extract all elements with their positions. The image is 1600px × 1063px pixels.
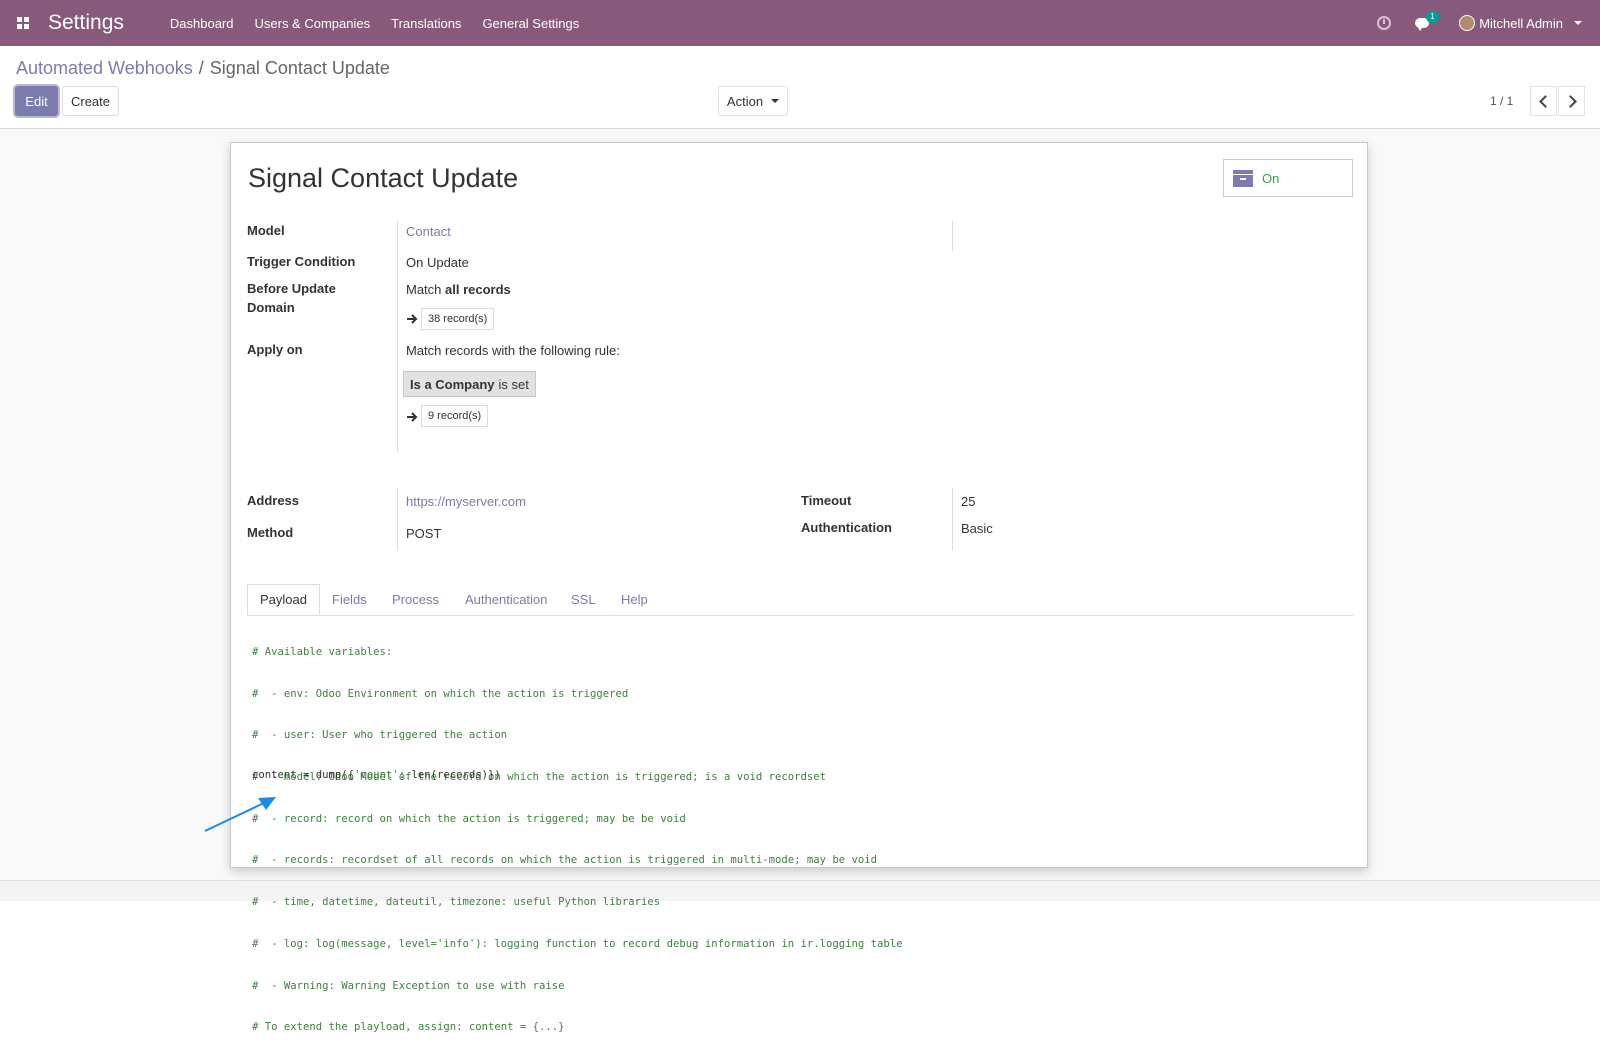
code-comment-line: # To extend the playload, assign: conten… (252, 1021, 565, 1034)
code-comment-line: # Available variables: (252, 645, 393, 658)
form-sheet: Signal Contact Update On Model Contact T… (230, 142, 1368, 1033)
before-domain-label-line2: Domain (247, 300, 295, 315)
code-content-line[interactable]: content = dump({'count': len(records)}) (252, 769, 501, 781)
message-count-badge: 1 (1426, 11, 1439, 23)
chevron-right-icon (1563, 94, 1577, 108)
tab-authentication[interactable]: Authentication (465, 584, 547, 615)
code-comment-line: # - record: record on which the action i… (252, 812, 686, 825)
edit-button[interactable]: Edit (15, 86, 58, 116)
code-line-string: 'count' (354, 769, 399, 781)
timeout-label: Timeout (801, 493, 852, 508)
pager-value[interactable]: 1 / 1 (1490, 94, 1513, 108)
model-label: Model (247, 223, 285, 238)
chevron-left-icon (1538, 94, 1552, 108)
tab-help[interactable]: Help (621, 584, 648, 615)
model-value[interactable]: Contact (406, 224, 451, 239)
before-domain-value: Match all records (406, 282, 511, 297)
timeout-value: 25 (961, 494, 976, 509)
code-comment-line: # - env: Odoo Environment on which the a… (252, 687, 629, 700)
tab-payload[interactable]: Payload (247, 584, 320, 615)
rule-field: Is a Company (410, 376, 495, 392)
menu-translations[interactable]: Translations (391, 16, 461, 31)
address-label: Address (247, 493, 300, 508)
code-comment-line: # - time, datetime, dateutil, timezone: … (252, 896, 661, 909)
control-panel: Automated Webhooks / Signal Contact Update… (0, 46, 1600, 129)
authentication-value: Basic (961, 521, 993, 536)
record-title: Signal Contact Update (248, 163, 519, 193)
tab-process[interactable]: Process (392, 584, 439, 615)
timeout-divider (952, 488, 953, 550)
tab-ssl[interactable]: SSL (571, 584, 596, 615)
active-toggle-label: On (1262, 170, 1280, 186)
before-update-domain-label: Before Update Domain (247, 279, 336, 317)
authentication-label: Authentication (801, 520, 892, 535)
breadcrumb-current: Signal Contact Update (209, 58, 390, 78)
user-name[interactable]: Mitchell Admin (1479, 16, 1563, 31)
chevron-down-icon (771, 99, 780, 103)
breadcrumb-separator: / (198, 58, 204, 78)
app-title[interactable]: Settings (48, 11, 124, 35)
menu-general-settings[interactable]: General Settings (482, 16, 579, 31)
trigger-condition-value: On Update (406, 255, 469, 270)
user-avatar[interactable] (1459, 15, 1476, 31)
active-toggle-button[interactable]: On (1223, 159, 1353, 197)
apply-records-button[interactable]: 9 record(s) (421, 405, 489, 427)
arrow-right-icon (407, 412, 418, 422)
pager-previous-button[interactable] (1530, 86, 1557, 116)
breadcrumb: Automated Webhooks / Signal Contact Update (16, 58, 390, 79)
label-divider (397, 221, 398, 452)
messaging-icon[interactable]: 1 (1415, 11, 1439, 31)
apply-on-text: Match records with the following rule: (406, 343, 620, 358)
method-label: Method (247, 525, 294, 540)
domain-rule-tag[interactable]: Is a Company is set (403, 371, 536, 397)
tab-fields[interactable]: Fields (332, 584, 367, 615)
code-comment-line: # - log: log(message, level='info'): log… (252, 937, 903, 950)
action-label: Action (726, 93, 764, 109)
user-menu-caret-icon[interactable] (1574, 21, 1582, 25)
method-value: POST (406, 526, 442, 541)
code-comment-line: # - records: recordset of all records on… (252, 854, 878, 867)
archive-box-icon (1233, 169, 1253, 187)
address-value[interactable]: https://myserver.com (406, 494, 526, 509)
code-comment-line: # - Warning: Warning Exception to use wi… (252, 979, 565, 992)
menu-dashboard[interactable]: Dashboard (170, 16, 234, 31)
apply-on-label: Apply on (247, 342, 303, 357)
column-divider (952, 221, 953, 252)
rule-operator: is set (498, 376, 529, 392)
before-match-bold: all records (445, 282, 511, 297)
action-dropdown-button[interactable]: Action (718, 86, 788, 116)
code-comment-line: # - user: User who triggered the action (252, 729, 508, 742)
trigger-condition-label: Trigger Condition (247, 254, 356, 269)
breadcrumb-parent[interactable]: Automated Webhooks (16, 58, 193, 78)
pager-next-button[interactable] (1558, 86, 1585, 116)
code-line-prefix: content = dump({ (252, 769, 355, 781)
menu-users-companies[interactable]: Users & Companies (255, 16, 371, 31)
notebook-tabs: Payload Fields Process Authentication SS… (247, 584, 1353, 616)
payload-code-editor[interactable]: # Available variables: # - env: Odoo Env… (252, 618, 903, 1063)
address-divider (397, 488, 398, 550)
before-match-prefix: Match (406, 282, 442, 297)
create-button[interactable]: Create (62, 86, 119, 116)
apps-menu-icon[interactable] (0, 0, 46, 46)
activity-clock-icon[interactable] (1377, 16, 1392, 30)
before-domain-label-line1: Before Update (247, 281, 336, 296)
arrow-right-icon (407, 314, 418, 324)
before-records-button[interactable]: 38 record(s) (421, 308, 495, 330)
top-navbar: Settings Dashboard Users & Companies Tra… (0, 0, 1600, 46)
code-line-suffix: : len(records)}) (398, 769, 501, 781)
